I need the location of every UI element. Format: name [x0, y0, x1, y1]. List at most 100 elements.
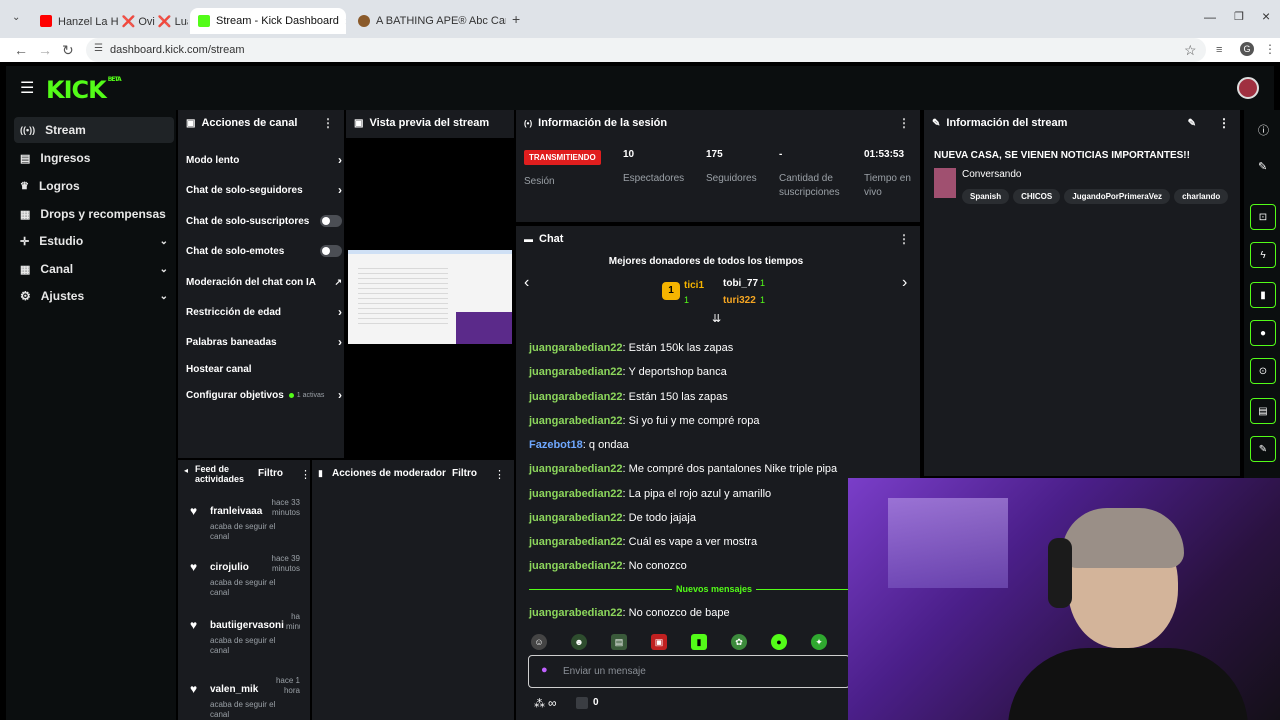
- scan-icon[interactable]: ⊡: [1250, 204, 1276, 230]
- profile-avatar-icon[interactable]: G: [1240, 42, 1254, 56]
- filter-button[interactable]: Filtro: [452, 468, 477, 479]
- broadcast-icon[interactable]: ⊙: [1250, 358, 1276, 384]
- sidebar-item-logros[interactable]: ♛ Logros: [14, 173, 174, 199]
- wrench-icon[interactable]: ✎: [1250, 436, 1276, 462]
- more-options-icon[interactable]: ⋮: [300, 468, 311, 481]
- emote-icon[interactable]: ☻: [571, 634, 587, 650]
- more-options-icon[interactable]: ⋮: [322, 116, 334, 130]
- browser-tab-kick[interactable]: Stream - Kick Dashboard ×: [190, 8, 346, 34]
- chat-username[interactable]: juangarabedian22: [529, 536, 623, 548]
- media-control-icon[interactable]: ≡: [1216, 44, 1222, 56]
- points-icon[interactable]: ⁂: [534, 697, 545, 710]
- bookmark-star-icon[interactable]: ☆: [1184, 42, 1197, 59]
- toggle-switch[interactable]: [320, 215, 342, 227]
- stream-preview-video[interactable]: [346, 138, 514, 458]
- more-options-icon[interactable]: ⋮: [494, 468, 505, 481]
- minimize-icon[interactable]: —: [1204, 10, 1216, 24]
- site-info-icon[interactable]: ☰: [94, 43, 103, 54]
- hamburger-menu-icon[interactable]: ☰: [20, 78, 34, 98]
- more-options-icon[interactable]: ⋮: [898, 116, 910, 130]
- browser-menu-icon[interactable]: ⋮: [1264, 42, 1276, 56]
- tag[interactable]: JugandoPorPrimeraVez: [1064, 189, 1171, 204]
- close-window-icon[interactable]: ×: [1262, 8, 1270, 24]
- new-tab-icon[interactable]: +: [512, 11, 520, 27]
- action-moderacion-ia[interactable]: Moderación del chat con IA ↗: [186, 272, 342, 292]
- sidebar-item-canal[interactable]: ▦ Canal ⌄: [14, 256, 174, 282]
- emote-icon[interactable]: ✦: [811, 634, 827, 650]
- preview-webcam: [456, 312, 512, 344]
- chat-username[interactable]: juangarabedian22: [529, 560, 623, 572]
- emote-icon[interactable]: ▣: [651, 634, 667, 650]
- donors-next-icon[interactable]: ›: [902, 274, 907, 292]
- microphone-icon[interactable]: ●: [541, 664, 548, 676]
- tags-row: Spanish CHICOS JugandoPorPrimeraVez charlan…: [962, 186, 1232, 204]
- back-icon[interactable]: ←: [14, 42, 28, 58]
- chat-message-input[interactable]: ● Enviar un mensaje: [528, 655, 850, 688]
- emote-icon[interactable]: ▤: [611, 634, 627, 650]
- emote-icon[interactable]: ▮: [691, 634, 707, 650]
- feed-username[interactable]: bautiigervasoni: [210, 620, 284, 631]
- browser-tab-bape[interactable]: A BATHING APE® Abc Camo Sa ×: [350, 8, 506, 34]
- feed-username[interactable]: valen_mik: [210, 684, 258, 695]
- chat-username[interactable]: juangarabedian22: [529, 366, 623, 378]
- action-palabras-baneadas[interactable]: Palabras baneadas ›: [186, 332, 342, 352]
- tab-search-icon[interactable]: ⌄: [12, 12, 20, 23]
- panel-icon: ▣: [186, 117, 196, 129]
- chat-username[interactable]: juangarabedian22: [529, 607, 623, 619]
- chat-username[interactable]: juangarabedian22: [529, 342, 623, 354]
- reload-icon[interactable]: ↻: [62, 42, 74, 59]
- filter-button[interactable]: Filtro: [258, 468, 283, 479]
- chat-bubble-icon[interactable]: ●: [1250, 320, 1276, 346]
- chat-username[interactable]: Fazebot18: [529, 439, 583, 451]
- tag[interactable]: Spanish: [962, 189, 1010, 204]
- browser-tab-youtube[interactable]: Hanzel La H ❌ Ovi ❌ Luar La ×: [32, 8, 188, 34]
- layout-icon[interactable]: ▤: [1250, 398, 1276, 424]
- more-options-icon[interactable]: ⋮: [898, 232, 910, 246]
- feed-username[interactable]: cirojulio: [210, 562, 249, 573]
- emote-icon[interactable]: ✿: [731, 634, 747, 650]
- chat-username[interactable]: juangarabedian22: [529, 415, 623, 427]
- tag[interactable]: CHICOS: [1013, 189, 1061, 204]
- feed-username[interactable]: franleivaaa: [210, 506, 262, 517]
- action-configurar-objetivos[interactable]: Configurar objetivos 1 activas ›: [186, 385, 342, 405]
- chat-text: Están 150 las zapas: [628, 391, 728, 403]
- action-hostear-canal[interactable]: Hostear canal: [186, 359, 342, 379]
- action-modo-lento[interactable]: Modo lento ›: [186, 150, 342, 170]
- action-restriccion-edad[interactable]: Restricción de edad ›: [186, 302, 342, 322]
- emote-icon[interactable]: ●: [771, 634, 787, 650]
- category-name[interactable]: Conversando: [962, 169, 1021, 180]
- sidebar-item-drops[interactable]: ▦ Drops y recompensas: [14, 201, 174, 227]
- user-avatar[interactable]: [1237, 77, 1259, 99]
- forward-icon[interactable]: →: [38, 42, 52, 58]
- emote-icon[interactable]: ☺: [531, 634, 547, 650]
- edit-pencil-icon[interactable]: ✎: [1188, 118, 1196, 129]
- restore-icon[interactable]: ❐: [1234, 10, 1244, 23]
- feed-item: ♥ franleivaaa hace 33 minutos acaba de segu…: [188, 498, 306, 558]
- lightning-icon[interactable]: ϟ: [1250, 242, 1276, 268]
- chat-username[interactable]: juangarabedian22: [529, 488, 623, 500]
- edit-icon[interactable]: ✎: [1258, 160, 1267, 173]
- sidebar-item-ajustes[interactable]: ⚙ Ajustes ⌄: [14, 283, 174, 309]
- tag[interactable]: charlando: [1174, 189, 1229, 204]
- info-icon[interactable]: ⓘ: [1258, 122, 1269, 138]
- chat-username[interactable]: juangarabedian22: [529, 463, 623, 475]
- toggle-switch[interactable]: [320, 245, 342, 257]
- address-bar[interactable]: ☰ dashboard.kick.com/stream: [86, 38, 1206, 62]
- close-tab-icon[interactable]: ×: [345, 14, 346, 29]
- kick-logo[interactable]: KICK BETA: [46, 76, 122, 104]
- chat-username[interactable]: juangarabedian22: [529, 512, 623, 524]
- chevron-right-icon: ›: [338, 388, 342, 402]
- more-options-icon[interactable]: ⋮: [1218, 116, 1230, 130]
- chat-username[interactable]: juangarabedian22: [529, 391, 623, 403]
- document-icon[interactable]: ▮: [1250, 282, 1276, 308]
- action-solo-seguidores[interactable]: Chat de solo-seguidores ›: [186, 180, 342, 200]
- sidebar-item-stream[interactable]: ((•)) Stream: [14, 117, 174, 143]
- panel-header: ▣ Acciones de canal ⋮: [178, 110, 344, 136]
- donor-name: turi322: [723, 295, 756, 306]
- stat-value: 01:53:53: [864, 149, 905, 160]
- donors-prev-icon[interactable]: ‹: [524, 274, 529, 292]
- action-label: Chat de solo-emotes: [186, 245, 285, 257]
- sidebar-item-ingresos[interactable]: ▤ Ingresos: [14, 145, 174, 171]
- scroll-down-icon[interactable]: ⇊: [712, 312, 721, 325]
- sidebar-item-estudio[interactable]: ✛ Estudio ⌄: [14, 228, 174, 254]
